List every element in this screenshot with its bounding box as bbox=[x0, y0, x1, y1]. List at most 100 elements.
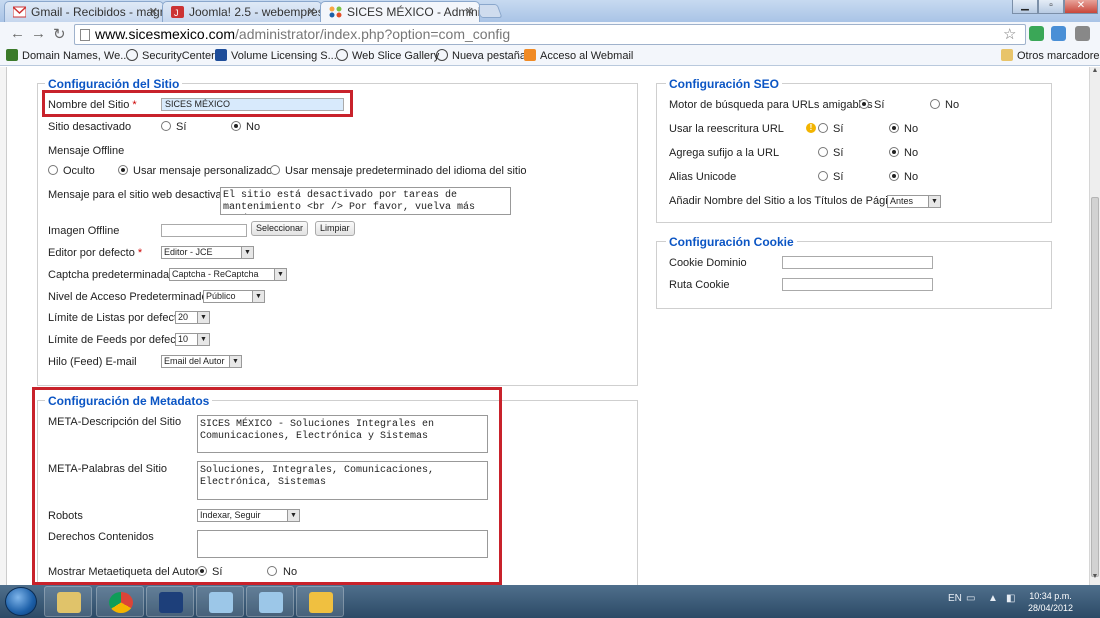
minimize-button[interactable]: ▁ bbox=[1012, 0, 1038, 14]
page-icon bbox=[80, 29, 90, 41]
access-level-label: Nivel de Acceso Predeterminado* bbox=[48, 291, 215, 303]
cookie-path-input[interactable] bbox=[782, 278, 933, 291]
taskbar-explorer[interactable] bbox=[44, 586, 92, 617]
back-icon[interactable]: ← bbox=[10, 25, 25, 42]
bookmark-label: Acceso al Webmail bbox=[540, 50, 634, 62]
extension-icon[interactable] bbox=[1029, 26, 1044, 41]
chevron-down-icon: ▼ bbox=[252, 291, 264, 302]
close-icon[interactable]: ✕ bbox=[465, 5, 474, 18]
offline-yes-radio[interactable] bbox=[161, 121, 171, 131]
rewrite-no-radio[interactable] bbox=[889, 123, 899, 133]
sef-yes-radio[interactable] bbox=[859, 99, 869, 109]
tray-arrow-icon[interactable]: ▲ bbox=[988, 593, 998, 604]
editor-label: Editor por defecto * bbox=[48, 247, 143, 259]
ns-icon bbox=[6, 49, 18, 61]
cookie-domain-input[interactable] bbox=[782, 256, 933, 269]
offline-image-input[interactable] bbox=[161, 224, 247, 237]
warning-icon: ! bbox=[806, 123, 816, 133]
tab-joomla-webempresa[interactable]: J Joomla! 2.5 - webempresa j ✕ bbox=[162, 1, 322, 22]
browser-tab-strip: Gmail - Recibidos - magnet ✕ J Joomla! 2… bbox=[0, 0, 1100, 22]
bookmark-item[interactable]: Nueva pestaña bbox=[436, 49, 526, 62]
close-window-button[interactable]: ✕ bbox=[1064, 0, 1098, 14]
volume-icon[interactable]: ◧ bbox=[1006, 593, 1015, 604]
maximize-button[interactable]: ▫ bbox=[1038, 0, 1064, 14]
bookmark-item[interactable]: Web Slice Gallery bbox=[336, 49, 439, 62]
offline-image-label: Imagen Offline bbox=[48, 225, 120, 237]
media-player-icon bbox=[159, 592, 183, 613]
list-limit-select[interactable]: 20 ▼ bbox=[175, 311, 210, 324]
suffix-yes-radio[interactable] bbox=[818, 147, 828, 157]
captcha-select[interactable]: Captcha - ReCaptcha ▼ bbox=[169, 268, 287, 281]
access-level-select[interactable]: Público ▼ bbox=[203, 290, 265, 303]
offline-msg-hidden-radio[interactable] bbox=[48, 165, 58, 175]
network-icon[interactable]: ▭ bbox=[966, 593, 975, 604]
tab-label: Joomla! 2.5 - webempresa j bbox=[189, 5, 322, 19]
bookmark-star-icon[interactable]: ☆ bbox=[1003, 25, 1016, 43]
sef-no-radio[interactable] bbox=[930, 99, 940, 109]
tab-gmail[interactable]: Gmail - Recibidos - magnet ✕ bbox=[4, 1, 164, 22]
rewrite-yes-radio[interactable] bbox=[818, 123, 828, 133]
close-icon[interactable]: ✕ bbox=[149, 5, 158, 18]
start-button[interactable] bbox=[5, 587, 37, 616]
cookie-legend: Configuración Cookie bbox=[666, 235, 797, 249]
folder-icon bbox=[57, 592, 81, 613]
list-limit-label: Límite de Listas por defecto bbox=[48, 312, 184, 324]
unicode-no-radio[interactable] bbox=[889, 171, 899, 181]
taskbar-app[interactable] bbox=[196, 586, 244, 617]
vertical-scrollbar[interactable]: ▲ ▼ bbox=[1089, 67, 1100, 585]
msft-icon bbox=[215, 49, 227, 61]
scroll-down-icon[interactable]: ▼ bbox=[1090, 573, 1100, 585]
sef-no-label: No bbox=[945, 99, 960, 111]
site-config-legend: Configuración del Sitio bbox=[45, 77, 183, 91]
other-bookmarks[interactable]: Otros marcadores bbox=[1001, 49, 1100, 62]
sef-yes-label: Sí bbox=[874, 99, 885, 111]
scroll-up-icon[interactable]: ▲ bbox=[1090, 67, 1100, 79]
offline-no-label: No bbox=[246, 121, 261, 133]
bookmark-item[interactable]: SecurityCenter bbox=[126, 49, 215, 62]
clock[interactable]: 10:34 p.m. 28/04/2012 bbox=[1028, 590, 1073, 614]
taskbar-app[interactable] bbox=[246, 586, 294, 617]
taskbar-chrome[interactable] bbox=[96, 586, 144, 617]
offline-msg-opt-label: Oculto bbox=[63, 165, 95, 177]
close-icon[interactable]: ✕ bbox=[307, 5, 316, 18]
cookie-domain-label: Cookie Dominio bbox=[669, 257, 747, 269]
bookmark-item[interactable]: Acceso al Webmail bbox=[524, 49, 633, 62]
feed-email-select[interactable]: Email del Autor ▼ bbox=[161, 355, 242, 368]
chevron-down-icon: ▼ bbox=[229, 356, 241, 367]
scroll-thumb[interactable] bbox=[1091, 197, 1099, 577]
chevron-down-icon: ▼ bbox=[928, 196, 940, 207]
wrench-icon[interactable] bbox=[1075, 26, 1090, 41]
svg-text:J: J bbox=[174, 8, 179, 18]
language-indicator[interactable]: EN bbox=[948, 593, 962, 604]
sitename-pages-select[interactable]: Antes ▼ bbox=[887, 195, 941, 208]
editor-select[interactable]: Editor - JCE ▼ bbox=[161, 246, 254, 259]
reload-icon[interactable]: ↻ bbox=[53, 25, 66, 43]
bookmark-item[interactable]: Domain Names, We... bbox=[6, 49, 129, 62]
feed-email-label: Hilo (Feed) E-mail bbox=[48, 356, 137, 368]
taskbar-app[interactable] bbox=[296, 586, 344, 617]
bookmark-item[interactable]: Volume Licensing S... bbox=[215, 49, 337, 62]
forward-icon[interactable]: → bbox=[31, 25, 46, 42]
tab-sices-admin[interactable]: SICES MÉXICO - Administra ✕ bbox=[320, 1, 480, 22]
offline-no-radio[interactable] bbox=[231, 121, 241, 131]
bookmark-label: Nueva pestaña bbox=[452, 50, 526, 62]
bookmarks-bar: Domain Names, We... SecurityCenter Volum… bbox=[0, 46, 1100, 66]
unicode-yes-radio[interactable] bbox=[818, 171, 828, 181]
offline-msg-default-radio[interactable] bbox=[270, 165, 280, 175]
offline-msg-custom-radio[interactable] bbox=[118, 165, 128, 175]
select-image-button[interactable]: Seleccionar bbox=[251, 221, 309, 236]
suffix-no-label: No bbox=[904, 147, 919, 159]
clear-image-button[interactable]: Limpiar bbox=[315, 221, 355, 236]
extension-icon[interactable] bbox=[1051, 26, 1066, 41]
captcha-label: Captcha predeterminada* bbox=[48, 269, 176, 281]
deactivated-msg-textarea[interactable]: El sitio está desactivado por tareas de … bbox=[220, 187, 511, 215]
other-bookmarks-label: Otros marcadores bbox=[1017, 50, 1100, 62]
address-bar[interactable]: www.sicesmexico.com/administrator/index.… bbox=[74, 24, 1026, 45]
suffix-no-radio[interactable] bbox=[889, 147, 899, 157]
feed-limit-label: Límite de Feeds por defecto bbox=[48, 334, 185, 346]
taskbar-media[interactable] bbox=[146, 586, 194, 617]
feed-limit-select[interactable]: 10 ▼ bbox=[175, 333, 210, 346]
chrome-icon bbox=[109, 592, 133, 613]
offline-msg-label: Mensaje Offline bbox=[48, 145, 125, 157]
joomla-icon: J bbox=[171, 6, 184, 18]
